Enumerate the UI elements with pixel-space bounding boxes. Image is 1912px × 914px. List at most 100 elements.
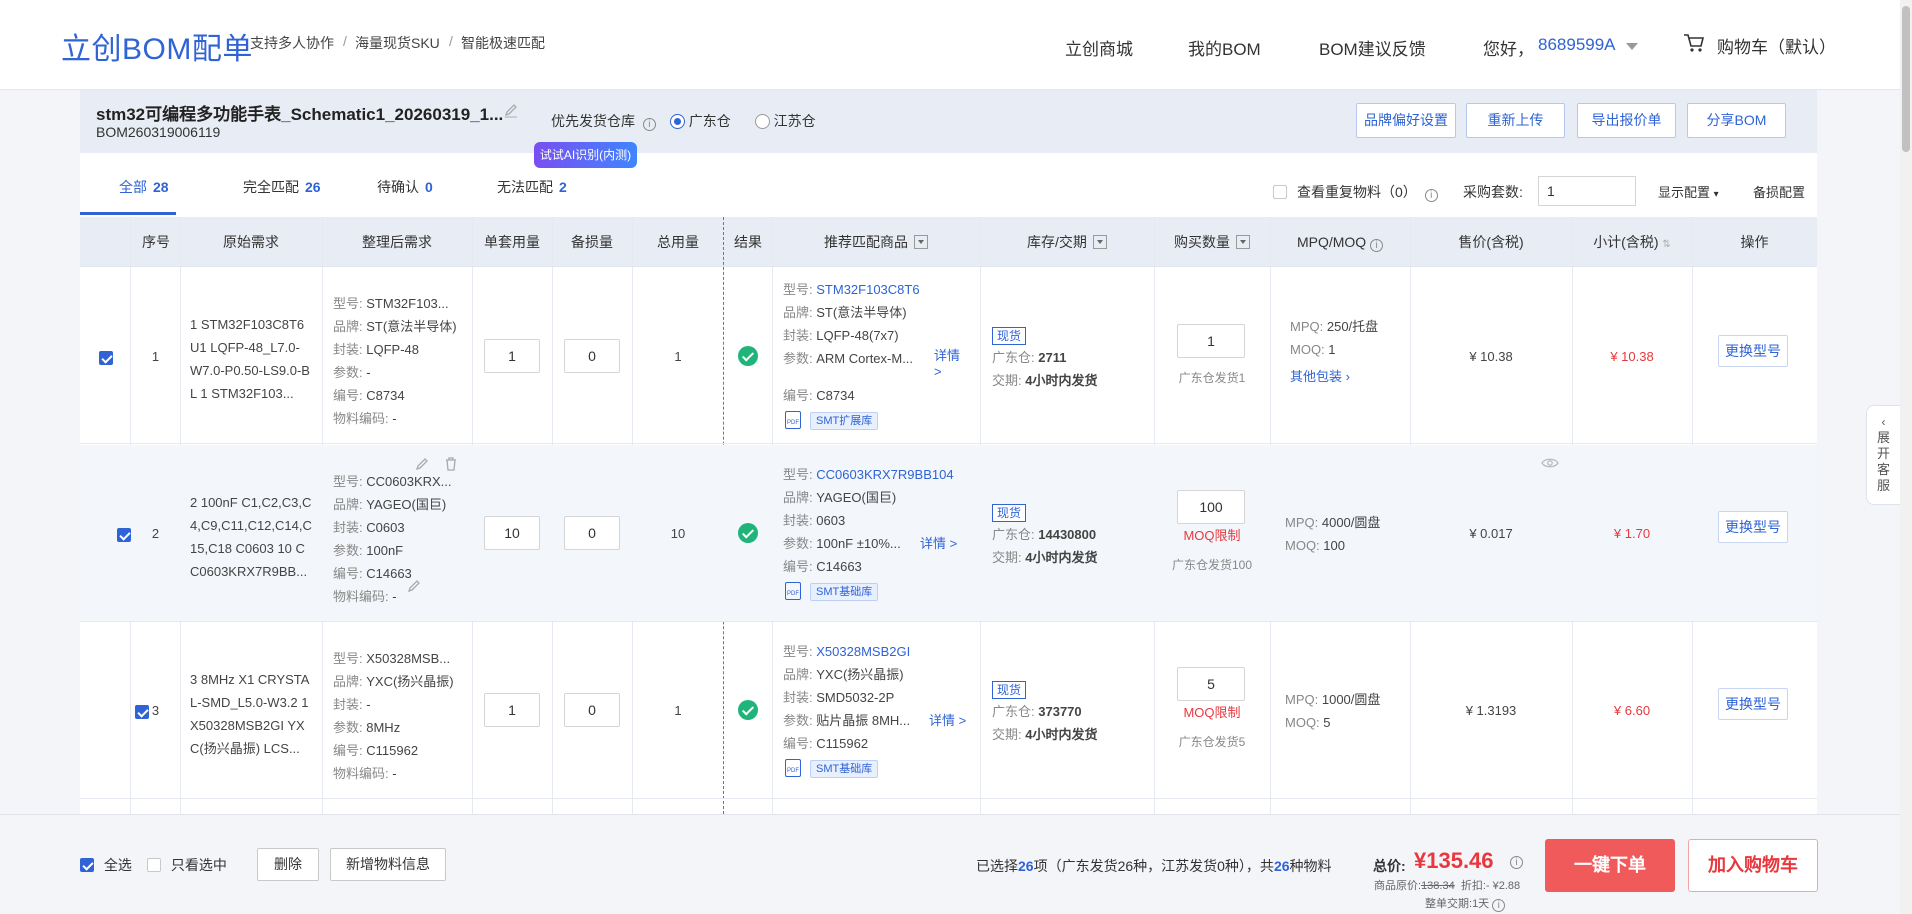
sets-input[interactable]: 1 [1538, 176, 1636, 206]
pdf-icon[interactable]: PDF [785, 582, 801, 600]
loss-input[interactable]: 0 [564, 339, 620, 373]
filter-icon[interactable] [914, 235, 928, 249]
raw-requirement: 2 100nF C1,C2,C3,C4,C9,C11,C12,C14,C15,C… [190, 495, 312, 579]
details-link[interactable]: 详情 > [929, 709, 966, 732]
tab-to-confirm[interactable]: 待确认 0 [377, 177, 433, 197]
info-icon[interactable]: i [1424, 189, 1438, 202]
add-to-cart-button[interactable]: 加入购物车 [1688, 839, 1818, 892]
info-icon[interactable]: i [1510, 856, 1523, 869]
customer-service-tab[interactable]: ‹ 展开客服 [1866, 405, 1900, 505]
total-price: ¥135.46 [1414, 848, 1494, 873]
one-click-order-button[interactable]: 一键下单 [1545, 839, 1675, 892]
info-icon[interactable]: i [1492, 899, 1506, 912]
warehouse-option-gd[interactable]: 广东仓 [669, 113, 731, 129]
subtotal: ¥ 1.70 [1613, 526, 1651, 541]
price-breakdown: 商品原价:138.34 折扣:- ¥2.88 [1374, 880, 1521, 892]
raw-requirement: 1 STM32F103C8T6 U1 LQFP-48_L7.0-W7.0-P0.… [190, 317, 310, 401]
reupload-button[interactable]: 重新上传 [1466, 103, 1565, 138]
product-link[interactable]: X50328MSB2GI [816, 644, 910, 659]
pdf-icon[interactable]: PDF [785, 411, 801, 429]
checkbox[interactable] [80, 858, 94, 872]
nav-my-bom[interactable]: 我的BOM [1188, 35, 1261, 60]
loss-input[interactable]: 0 [564, 516, 620, 550]
details-link[interactable]: 详情 > [920, 532, 957, 555]
buy-qty-input[interactable]: 100 [1177, 490, 1245, 524]
clean-requirement: 型号: X50328MSB... 品牌: YXC(扬兴晶振) 封装: - 参数:… [333, 651, 454, 781]
sort-icon[interactable]: ⇅ [1662, 239, 1670, 250]
col-clean: 整理后需求 [362, 234, 432, 250]
loss-config-link[interactable]: 备损配置 [1753, 182, 1805, 201]
edit-icon[interactable] [503, 102, 519, 118]
moq-limit-note: MOQ限制 [1183, 528, 1241, 543]
loss-input[interactable]: 0 [564, 693, 620, 727]
in-stock-badge: 现货 [992, 327, 1027, 345]
display-config-dropdown[interactable]: 显示配置 ▾ [1658, 182, 1719, 201]
per-set-input[interactable]: 10 [484, 516, 540, 550]
raw-requirement: 3 8MHz X1 CRYSTAL-SMD_L5.0-W3.2 1 X50328… [190, 672, 310, 756]
cart-icon[interactable] [1683, 33, 1705, 53]
product-link[interactable]: CC0603KRX7R9BB104 [816, 467, 953, 482]
edit-icon[interactable] [406, 578, 422, 594]
row-index: 2 [151, 526, 160, 541]
row-checkbox[interactable] [99, 351, 113, 365]
tab-no-match[interactable]: 无法匹配 2 [497, 177, 567, 197]
product-link[interactable]: STM32F103C8T6 [816, 282, 919, 297]
share-bom-button[interactable]: 分享BOM [1687, 103, 1786, 138]
change-model-button[interactable]: 更换型号 [1718, 335, 1788, 367]
buy-qty-input[interactable]: 1 [1177, 324, 1245, 358]
pdf-icon[interactable]: PDF [785, 759, 801, 777]
warehouse-option-js[interactable]: 江苏仓 [754, 113, 816, 129]
export-quote-button[interactable]: 导出报价单 [1577, 103, 1676, 138]
smt-library-tag: SMT扩展库 [810, 412, 879, 430]
radio-unselected[interactable] [754, 114, 770, 129]
tab-full-match[interactable]: 完全匹配 26 [243, 177, 321, 197]
total-qty: 10 [670, 526, 686, 541]
filter-icon[interactable] [1092, 235, 1107, 249]
smt-library-tag: SMT基础库 [810, 583, 879, 601]
ai-recognition-badge[interactable]: 试试AI识别(内测) [534, 142, 637, 168]
duplicate-toggle[interactable]: 查看重复物料（0） i [1273, 182, 1438, 202]
delete-button[interactable]: 删除 [257, 848, 319, 881]
change-model-button[interactable]: 更换型号 [1718, 511, 1788, 543]
tagline-sep: / [343, 33, 347, 49]
filter-icon[interactable] [1236, 235, 1250, 249]
col-subtotal[interactable]: 小计(含税) ⇅ [1572, 217, 1692, 267]
warehouse-label: 优先发货仓库 [551, 113, 635, 129]
bom-number: BOM260319006119 [96, 124, 221, 140]
logo[interactable]: 立创BOM配单 [61, 24, 253, 68]
brand-preference-button[interactable]: 品牌偏好设置 [1356, 103, 1456, 138]
checkbox[interactable] [1273, 185, 1287, 199]
only-selected[interactable]: 只看选中 [147, 855, 227, 875]
subtotal: ¥ 6.60 [1613, 703, 1651, 718]
sets-label: 采购套数: [1463, 184, 1523, 200]
user-name[interactable]: 8689599A [1538, 35, 1616, 55]
scrollbar-thumb[interactable] [1902, 6, 1910, 152]
user-dropdown-icon[interactable] [1626, 43, 1638, 50]
col-stock[interactable]: 库存/交期 [980, 217, 1154, 267]
nav-feedback[interactable]: BOM建议反馈 [1319, 35, 1426, 60]
checkbox[interactable] [147, 858, 161, 872]
select-all[interactable]: 全选 [80, 855, 132, 875]
buy-qty-input[interactable]: 5 [1177, 667, 1245, 701]
moq-limit-note: MOQ限制 [1183, 705, 1241, 720]
per-set-input[interactable]: 1 [484, 693, 540, 727]
row-checkbox[interactable] [116, 528, 131, 542]
other-packaging-link[interactable]: 其他包装 › [1290, 365, 1350, 388]
col-match[interactable]: 推荐匹配商品 [772, 217, 980, 267]
info-icon[interactable]: i [642, 118, 656, 131]
col-qty[interactable]: 购买数量 [1154, 217, 1270, 267]
details-link[interactable]: 详情 > [934, 348, 964, 380]
change-model-button[interactable]: 更换型号 [1718, 688, 1788, 720]
info-icon[interactable]: i [1370, 239, 1384, 252]
in-stock-badge: 现货 [992, 504, 1027, 522]
tagline-sep: / [449, 33, 453, 49]
cart-link[interactable]: 购物车（默认） [1717, 33, 1836, 58]
per-set-input[interactable]: 1 [484, 339, 540, 373]
ship-note: 广东仓发货5 [1178, 735, 1246, 749]
eye-icon[interactable] [1541, 457, 1559, 469]
radio-selected[interactable] [669, 114, 685, 129]
tab-all[interactable]: 全部 28 [119, 177, 169, 197]
stock-info: 广东仓: 14430800 交期: 4小时内发货 [992, 527, 1098, 565]
nav-mall[interactable]: 立创商城 [1065, 35, 1133, 60]
add-material-button[interactable]: 新增物料信息 [330, 848, 446, 881]
